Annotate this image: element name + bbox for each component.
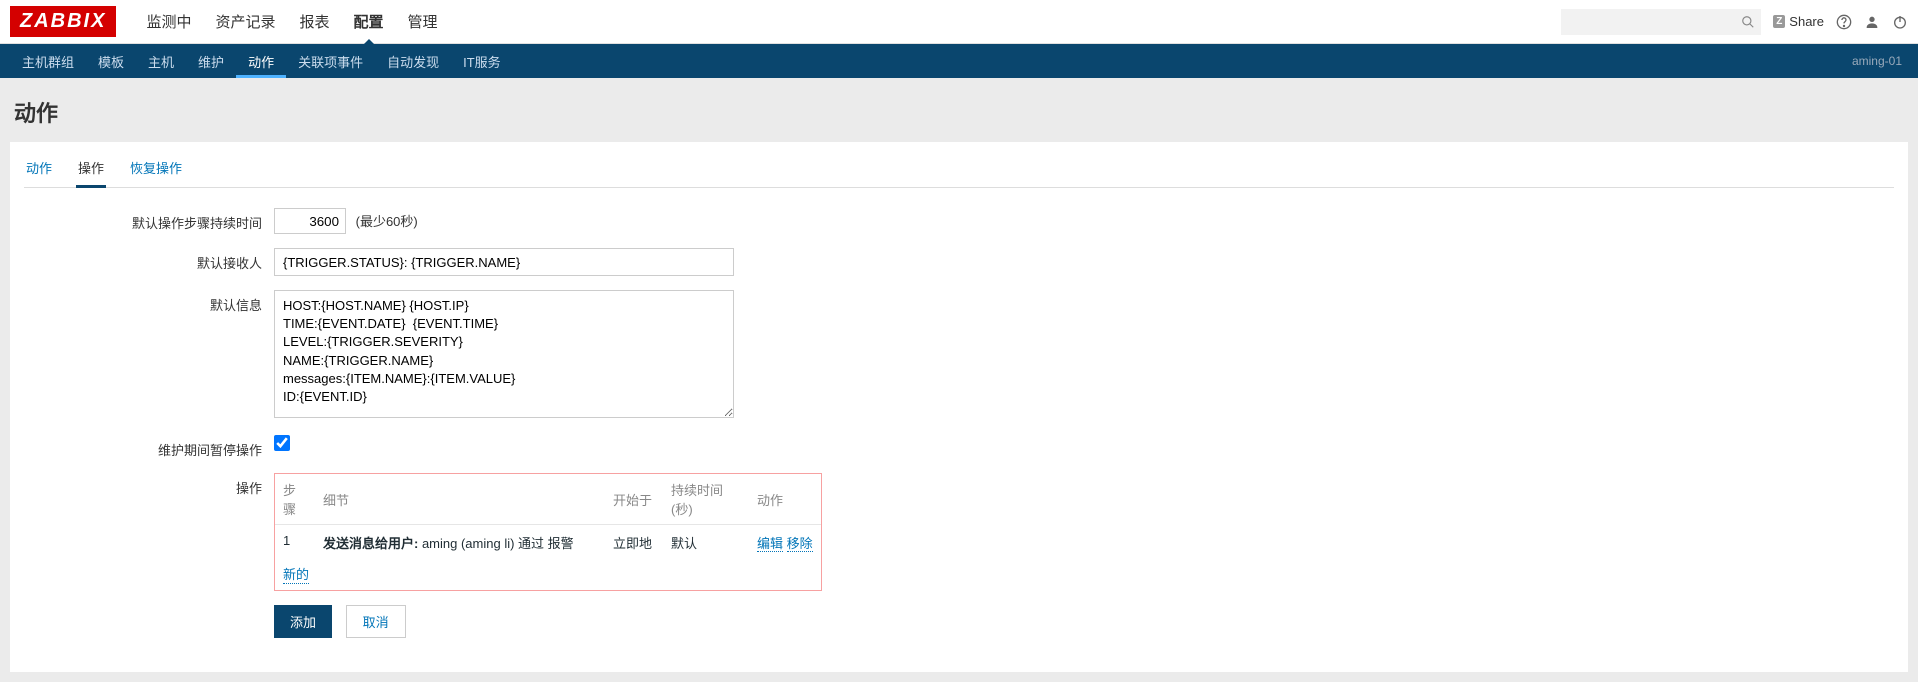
cancel-button[interactable]: 取消 (346, 605, 406, 638)
operations-table: 步骤 细节 开始于 持续时间(秒) 动作 1 发送消息给用户: aming (a… (274, 473, 822, 591)
top-nav: ZABBIX 监测中 资产记录 报表 配置 管理 ZShare (0, 0, 1918, 44)
th-start: 开始于 (605, 474, 663, 525)
th-detail: 细节 (315, 474, 605, 525)
topnav-admin[interactable]: 管理 (396, 0, 450, 44)
search-box (1561, 9, 1761, 35)
label-step-duration: 默认操作步骤持续时间 (24, 208, 274, 232)
row-pause: 维护期间暂停操作 (24, 435, 1894, 459)
checkbox-pause[interactable] (274, 435, 290, 451)
subnav-hostgroups[interactable]: 主机群组 (10, 44, 86, 78)
tab-recovery[interactable]: 恢复操作 (128, 152, 184, 187)
new-operation-link[interactable]: 新的 (283, 564, 309, 584)
table-row: 1 发送消息给用户: aming (aming li) 通过 报警 立即地 默认… (275, 525, 821, 561)
th-duration: 持续时间(秒) (663, 474, 749, 525)
label-operations: 操作 (24, 473, 274, 497)
textarea-message[interactable] (274, 290, 734, 418)
th-step: 步骤 (275, 474, 315, 525)
topnav-inventory[interactable]: 资产记录 (203, 0, 287, 44)
topnav-right: ZShare (1561, 9, 1908, 35)
subnav-discovery[interactable]: 自动发现 (375, 44, 451, 78)
input-recipient[interactable] (274, 248, 734, 276)
row-operations: 操作 步骤 细节 开始于 持续时间(秒) 动作 (24, 473, 1894, 591)
row-recipient: 默认接收人 (24, 248, 1894, 276)
topnav-reports[interactable]: 报表 (287, 0, 341, 44)
table-header-row: 步骤 细节 开始于 持续时间(秒) 动作 (275, 474, 821, 525)
help-icon[interactable] (1836, 14, 1852, 30)
brand-logo: ZABBIX (10, 6, 116, 37)
page-title: 动作 (0, 78, 1918, 142)
th-action: 动作 (749, 474, 821, 525)
subnav-correlation[interactable]: 关联项事件 (286, 44, 375, 78)
subnav-itservices[interactable]: IT服务 (451, 44, 513, 78)
search-icon[interactable] (1741, 15, 1755, 29)
cell-detail: 发送消息给用户: aming (aming li) 通过 报警 (315, 525, 605, 561)
tab-operations[interactable]: 操作 (76, 152, 106, 188)
cell-start: 立即地 (605, 525, 663, 561)
topnav-configuration[interactable]: 配置 (342, 0, 396, 44)
cell-step: 1 (275, 525, 315, 561)
sub-nav: 主机群组 模板 主机 维护 动作 关联项事件 自动发现 IT服务 aming-0… (0, 44, 1918, 78)
subnav-templates[interactable]: 模板 (86, 44, 136, 78)
user-icon[interactable] (1864, 14, 1880, 30)
row-message: 默认信息 (24, 290, 1894, 421)
tabs: 动作 操作 恢复操作 (24, 152, 1894, 188)
hint-step-duration: (最少60秒) (356, 214, 418, 229)
search-input[interactable] (1561, 9, 1761, 35)
input-step-duration[interactable] (274, 208, 346, 234)
edit-link[interactable]: 编辑 (757, 536, 783, 552)
row-step-duration: 默认操作步骤持续时间 (最少60秒) (24, 208, 1894, 234)
subnav-maintenance[interactable]: 维护 (186, 44, 236, 78)
topnav-monitoring[interactable]: 监测中 (134, 0, 203, 44)
label-pause: 维护期间暂停操作 (24, 435, 274, 459)
share-link[interactable]: ZShare (1773, 14, 1824, 29)
row-buttons: 添加 取消 (24, 605, 1894, 638)
subnav-hosts[interactable]: 主机 (136, 44, 186, 78)
cell-actions: 编辑 移除 (749, 525, 821, 561)
form-panel: 动作 操作 恢复操作 默认操作步骤持续时间 (最少60秒) 默认接收人 默认信息… (10, 142, 1908, 672)
tab-action[interactable]: 动作 (24, 152, 54, 187)
subnav-actions[interactable]: 动作 (236, 44, 286, 78)
subnav-hostname: aming-01 (1852, 54, 1908, 68)
cell-duration: 默认 (663, 525, 749, 561)
label-message: 默认信息 (24, 290, 274, 314)
logout-icon[interactable] (1892, 14, 1908, 30)
label-recipient: 默认接收人 (24, 248, 274, 272)
remove-link[interactable]: 移除 (787, 536, 813, 552)
add-button[interactable]: 添加 (274, 605, 332, 638)
